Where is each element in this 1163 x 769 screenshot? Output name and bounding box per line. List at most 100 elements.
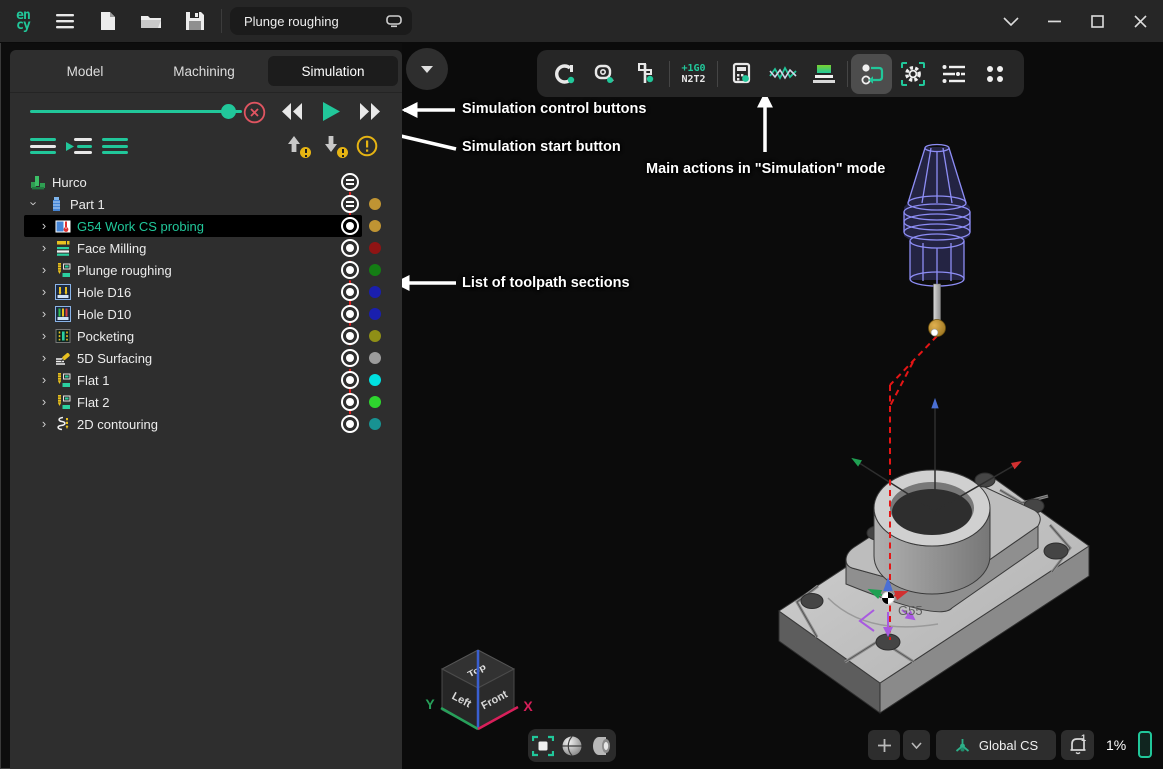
cs-dropdown-button[interactable] xyxy=(903,730,930,760)
tab-simulation[interactable]: Simulation xyxy=(268,56,398,86)
graphs-button[interactable] xyxy=(762,54,803,94)
tree-row-operation[interactable]: › Flat 2 xyxy=(10,391,402,413)
toolpath-color-dot[interactable] xyxy=(369,418,381,430)
save-file-button[interactable] xyxy=(183,0,207,42)
tree-row-operation[interactable]: › 5D Surfacing xyxy=(10,347,402,369)
part-color-dot[interactable] xyxy=(369,198,381,210)
tree-row-operation[interactable]: › Pocketing xyxy=(10,325,402,347)
dots-grid-icon xyxy=(984,63,1006,85)
visibility-radio[interactable] xyxy=(341,327,359,345)
visibility-radio[interactable] xyxy=(341,393,359,411)
toolpath-color-dot[interactable] xyxy=(369,264,381,276)
add-cs-button[interactable] xyxy=(868,730,900,760)
tree-row-part[interactable]: › Part 1 xyxy=(10,193,402,215)
chevron-right-icon[interactable]: › xyxy=(38,284,50,299)
measure-tape-button[interactable] xyxy=(584,54,625,94)
more-actions-button[interactable] xyxy=(974,54,1015,94)
calculator-button[interactable] xyxy=(721,54,762,94)
tree-row-operation[interactable]: › Hole D16 xyxy=(10,281,402,303)
chevron-right-icon[interactable]: › xyxy=(38,240,50,255)
stop-simulation-button[interactable] xyxy=(243,101,266,129)
gcode-button[interactable]: +1G0 N2T2 xyxy=(673,54,714,94)
tree-row-operation[interactable]: › Flat 1 xyxy=(10,369,402,391)
toolpath-color-dot[interactable] xyxy=(369,242,381,254)
operation-label: Pocketing xyxy=(77,329,134,344)
display-icon xyxy=(386,15,402,28)
part-mode-toggle[interactable] xyxy=(341,195,359,213)
stock-layers-icon xyxy=(811,62,837,86)
list-view-current-button[interactable] xyxy=(66,138,92,154)
visibility-radio[interactable] xyxy=(341,261,359,279)
warnings-list-button[interactable] xyxy=(356,135,378,162)
sphere-icon xyxy=(561,735,583,757)
visibility-radio[interactable] xyxy=(341,415,359,433)
list-view-flat-button[interactable] xyxy=(30,138,56,154)
chevron-right-icon[interactable]: › xyxy=(38,306,50,321)
visibility-radio[interactable] xyxy=(341,349,359,367)
rewind-button[interactable] xyxy=(280,102,304,126)
chevron-right-icon[interactable]: › xyxy=(38,350,50,365)
shading-mode-button[interactable] xyxy=(559,733,585,759)
triangle-down-icon xyxy=(421,66,433,73)
open-file-button[interactable] xyxy=(139,0,163,42)
notifications-button[interactable]: 1 xyxy=(1061,730,1094,760)
machine-settings-button[interactable] xyxy=(892,54,933,94)
simulation-slider-knob[interactable] xyxy=(221,104,236,119)
visibility-radio[interactable] xyxy=(341,217,359,235)
tree-row-machine[interactable]: Hurco xyxy=(10,171,402,193)
panel-collapse-button[interactable] xyxy=(406,48,448,90)
tree-row-operation[interactable]: › G54 Work CS probing xyxy=(10,215,402,237)
tree-row-operation[interactable]: › 2D contouring xyxy=(10,413,402,435)
tab-machining[interactable]: Machining xyxy=(146,56,262,86)
tree-row-operation[interactable]: › Plunge roughing xyxy=(10,259,402,281)
chevron-right-icon[interactable]: › xyxy=(38,416,50,431)
visibility-radio[interactable] xyxy=(341,239,359,257)
toolpath-color-dot[interactable] xyxy=(369,352,381,364)
chevron-right-icon[interactable]: › xyxy=(38,328,50,343)
visibility-radio[interactable] xyxy=(341,283,359,301)
chevron-right-icon[interactable]: › xyxy=(38,262,50,277)
chevron-right-icon[interactable]: › xyxy=(38,394,50,409)
machine-simulation-button[interactable] xyxy=(851,54,892,94)
probe-magnet-button[interactable] xyxy=(543,54,584,94)
caliper-button[interactable] xyxy=(625,54,666,94)
stock-visibility-button[interactable] xyxy=(588,733,614,759)
toolpath-color-dot[interactable] xyxy=(369,220,381,232)
toolpath-color-dot[interactable] xyxy=(369,374,381,386)
toolpath-color-dot[interactable] xyxy=(369,308,381,320)
toolpath-color-dot[interactable] xyxy=(369,396,381,408)
visibility-radio[interactable] xyxy=(341,305,359,323)
chevron-right-icon[interactable]: › xyxy=(38,218,50,233)
minimize-button[interactable] xyxy=(1041,0,1067,42)
simulation-progress-slider[interactable] xyxy=(30,110,242,113)
chevron-down-icon[interactable]: › xyxy=(27,198,42,210)
window-collapse-button[interactable] xyxy=(998,0,1024,42)
list-view-full-button[interactable] xyxy=(102,138,128,154)
waveform-icon xyxy=(769,62,797,86)
tab-model[interactable]: Model xyxy=(30,56,140,86)
new-file-button[interactable] xyxy=(96,0,120,42)
warning-badge xyxy=(337,147,348,158)
fit-view-button[interactable] xyxy=(530,733,556,759)
chevron-right-icon[interactable]: › xyxy=(38,372,50,387)
close-button[interactable] xyxy=(1127,0,1153,42)
toolpath-color-dot[interactable] xyxy=(369,330,381,342)
fast-forward-icon xyxy=(358,102,382,121)
stock-layers-button[interactable] xyxy=(803,54,844,94)
machine-mode-toggle[interactable] xyxy=(341,173,359,191)
visibility-radio[interactable] xyxy=(341,371,359,389)
application-window: en cy Plunge roughing xyxy=(0,0,1163,769)
toolpath-color-dot[interactable] xyxy=(369,286,381,298)
operation-list-button[interactable] xyxy=(933,54,974,94)
tree-row-operation[interactable]: › Hole D10 xyxy=(10,303,402,325)
tree-row-operation[interactable]: › Face Milling xyxy=(10,237,402,259)
fast-forward-button[interactable] xyxy=(358,102,382,126)
main-menu-button[interactable] xyxy=(52,0,78,42)
document-name-field[interactable]: Plunge roughing xyxy=(230,7,412,35)
next-warning-button[interactable] xyxy=(324,136,344,156)
maximize-button[interactable] xyxy=(1084,0,1110,42)
list-sliders-icon xyxy=(941,63,967,85)
prev-warning-button[interactable] xyxy=(287,136,307,156)
play-simulation-button[interactable] xyxy=(322,101,341,127)
coordinate-system-selector[interactable]: Global CS xyxy=(936,730,1056,760)
